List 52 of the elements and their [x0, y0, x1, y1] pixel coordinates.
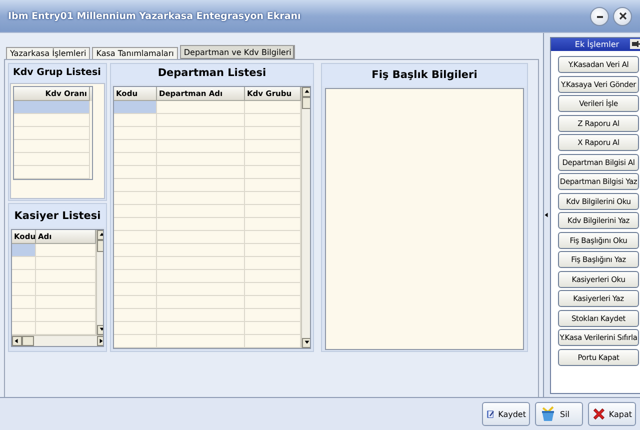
- bucket-icon: [539, 406, 557, 422]
- table-cell: [245, 244, 301, 257]
- scrollbar[interactable]: [12, 335, 103, 346]
- table-cell: [245, 309, 301, 322]
- table-cell: [245, 140, 301, 153]
- tab[interactable]: Yazarkasa İşlemleri: [6, 47, 90, 59]
- pin-icon[interactable]: [630, 39, 640, 49]
- table-cell: [36, 283, 96, 296]
- table-cell: [245, 114, 301, 127]
- arrow-icon[interactable]: [304, 89, 310, 95]
- table-cell: [245, 283, 301, 296]
- delete-button[interactable]: Sil: [535, 402, 583, 426]
- table-cell: [245, 257, 301, 270]
- arrow-icon[interactable]: [304, 340, 310, 346]
- table-cell: [245, 179, 301, 192]
- panel-title: Kdv Grup Listesi: [9, 64, 106, 83]
- arrow-icon[interactable]: [544, 212, 550, 218]
- close-button[interactable]: Kapat: [588, 402, 636, 426]
- arrow-icon[interactable]: [14, 338, 20, 344]
- table-cell: [245, 192, 301, 205]
- table-cell: [36, 296, 96, 309]
- table-cell: [36, 257, 96, 270]
- table-cell: [245, 231, 301, 244]
- table-cell: [245, 335, 301, 348]
- table-cell: [36, 244, 96, 257]
- panel-title: Fiş Başlık Bilgileri: [322, 64, 527, 86]
- table-cell: [245, 322, 301, 335]
- table-cell: [245, 101, 301, 114]
- table-cell: [36, 270, 96, 283]
- table-cell: [245, 296, 301, 309]
- close-icon: [592, 406, 606, 422]
- minimize-button[interactable]: [590, 6, 609, 26]
- table-cell: [245, 270, 301, 283]
- table-cell: [245, 127, 301, 140]
- table-cell: [245, 166, 301, 179]
- scroll-thumb[interactable]: [302, 97, 310, 109]
- scrollbar[interactable]: [301, 87, 310, 348]
- table-cell: [245, 153, 301, 166]
- table-cell: [245, 205, 301, 218]
- table-cell: [36, 322, 96, 335]
- tab[interactable]: Departman ve Kdv Bilgileri: [180, 45, 296, 59]
- table-cell: [245, 218, 301, 231]
- window-title: Ibm Entry01 Millennium Yazarkasa Entegrasyon Ekranı: [8, 10, 302, 22]
- close-icon: [618, 12, 626, 20]
- scroll-thumb[interactable]: [22, 336, 34, 346]
- panel-title: Kasiyer Listesi: [9, 204, 106, 227]
- sidebar-title: Ek İşlemler: [574, 40, 620, 49]
- table-cell: [36, 309, 96, 322]
- tab[interactable]: Kasa Tanımlamaları: [92, 47, 178, 59]
- close-button[interactable]: [613, 6, 632, 26]
- save-button[interactable]: Kaydet: [482, 402, 530, 426]
- panel-title: Departman Listesi: [111, 64, 313, 84]
